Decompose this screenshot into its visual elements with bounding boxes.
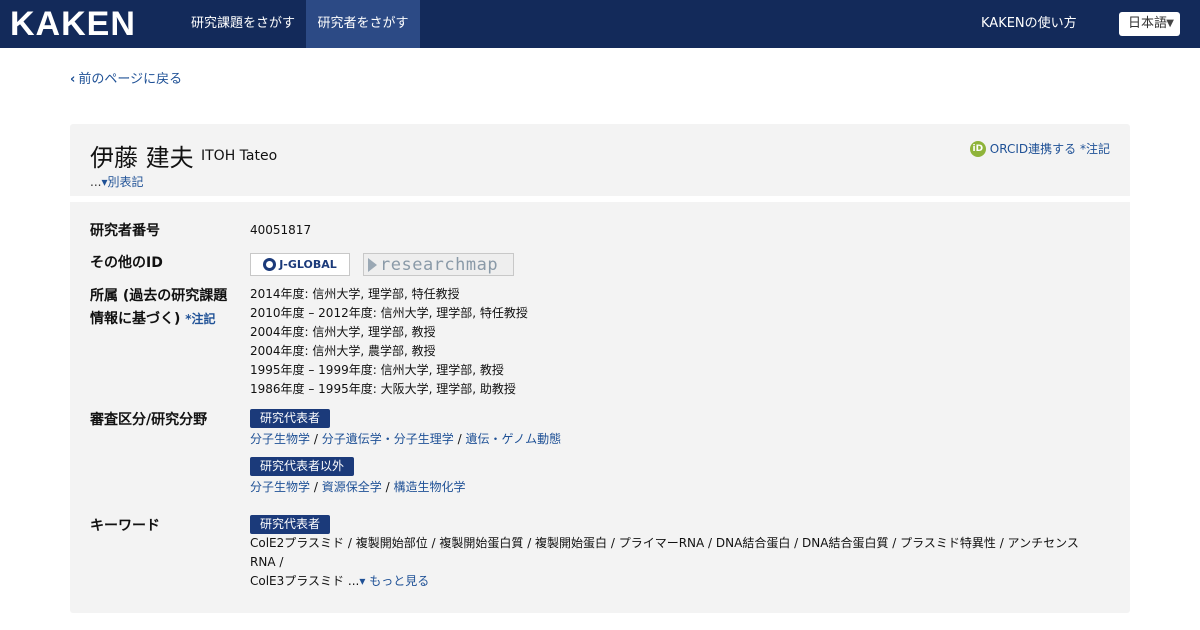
affiliation-note-link[interactable]: *注記 [185,312,215,326]
research-field-link[interactable]: 資源保全学 [322,480,382,494]
help-link[interactable]: KAKENの使い方 [981,0,1077,48]
caret-down-icon: ▼ [1166,18,1174,29]
affiliation-label-line2: 情報に基づく) [90,311,181,327]
ellipsis: ... [90,175,102,189]
research-field-link[interactable]: 構造生物化学 [393,480,465,494]
affiliation-item: 2004年度: 信州大学, 理学部, 教授 [250,325,436,339]
language-label: 日本語 [1128,16,1168,31]
role-tag: 研究代表者以外 [250,457,355,476]
research-field-link[interactable]: 遺伝・ゲノム動態 [465,432,561,446]
caret-down-icon[interactable]: ▾ [359,574,365,588]
affiliation-label: 所属 (過去の研究課題 情報に基づく) *注記 [90,285,227,331]
role-tag: 研究代表者 [250,515,331,534]
affiliation-item: 2010年度 – 2012年度: 信州大学, 理学部, 特任教授 [250,306,528,320]
jglobal-label: J-GLOBAL [279,258,337,271]
research-field-link[interactable]: 分子生物学 [250,480,310,494]
research-field-link[interactable]: 分子生物学 [250,432,310,446]
affiliation-label-line1: 所属 (過去の研究課題 [90,288,228,304]
orcid-link[interactable]: iD ORCID連携する *注記 [969,140,1110,157]
affiliation-item: 1995年度 – 1999年度: 信州大学, 理学部, 教授 [250,363,504,377]
affiliation-list: 2014年度: 信州大学, 理学部, 特任教授 2010年度 – 2012年度:… [250,285,528,399]
researcher-name-en: ITOH Tateo [201,148,278,164]
research-field-list: 分子生物学 / 資源保全学 / 構造生物化学 [250,480,466,494]
tab-search-researchers[interactable]: 研究者をさがす [306,0,420,48]
research-field-list: 分子生物学 / 分子遺伝学・分子生理学 / 遺伝・ゲノム動態 [250,432,562,446]
jglobal-link[interactable]: J-GLOBAL [250,253,350,276]
researcher-header: 伊藤 建夫 ITOH Tateo ...▾別表記 iD ORCID連携する *注… [70,124,1130,196]
researchmap-link[interactable]: researchmap [363,253,514,276]
keywords-line: ColE3プラスミド [250,574,345,588]
orcid-label[interactable]: ORCID連携する [990,140,1076,157]
back-link[interactable]: ‹ 前のページに戻る [70,68,182,87]
alternate-names-link[interactable]: 別表記 [107,175,143,189]
tab-search-projects[interactable]: 研究課題をさがす [180,0,306,48]
jglobal-logo-icon [263,258,277,271]
researcher-number-label: 研究者番号 [90,223,160,239]
affiliation-item: 1986年度 – 1995年度: 大阪大学, 理学部, 助教授 [250,382,516,396]
researcher-details: 研究者番号 40051817 その他のID J-GLOBAL researchm… [70,202,1130,613]
ellipsis: ... [347,574,360,588]
role-tag: 研究代表者 [250,409,331,428]
researchmap-label: researchmap [380,254,499,275]
language-select[interactable]: 日本語 ▼ [1119,12,1180,36]
chevron-left-icon: ‹ [70,72,76,87]
show-more-link[interactable]: もっと見る [369,574,429,588]
orcid-note-link[interactable]: *注記 [1080,140,1110,157]
affiliation-item: 2004年度: 信州大学, 農学部, 教授 [250,344,436,358]
keyword-list: ColE2プラスミド / 複製開始部位 / 複製開始蛋白質 / 複製開始蛋白 /… [250,534,1100,591]
research-field-link[interactable]: 分子遺伝学・分子生理学 [322,432,454,446]
top-navigation-bar: KAKEN 研究課題をさがす 研究者をさがす KAKENの使い方 日本語 ▼ [0,0,1200,48]
research-field-label: 審査区分/研究分野 [90,412,208,428]
alternate-names: ...▾別表記 [90,173,144,190]
keyword-label: キーワード [90,518,160,534]
orcid-icon: iD [969,140,986,157]
researcher-name-jp: 伊藤 建夫 [90,144,194,172]
other-id-label: その他のID [90,255,163,271]
keywords-line: ColE2プラスミド / 複製開始部位 / 複製開始蛋白質 / 複製開始蛋白 /… [250,536,1079,569]
affiliation-item: 2014年度: 信州大学, 理学部, 特任教授 [250,287,460,301]
play-icon [368,257,377,272]
kaken-logo[interactable]: KAKEN [10,5,136,43]
researcher-number-value: 40051817 [250,223,312,237]
back-link-label: 前のページに戻る [78,72,183,87]
